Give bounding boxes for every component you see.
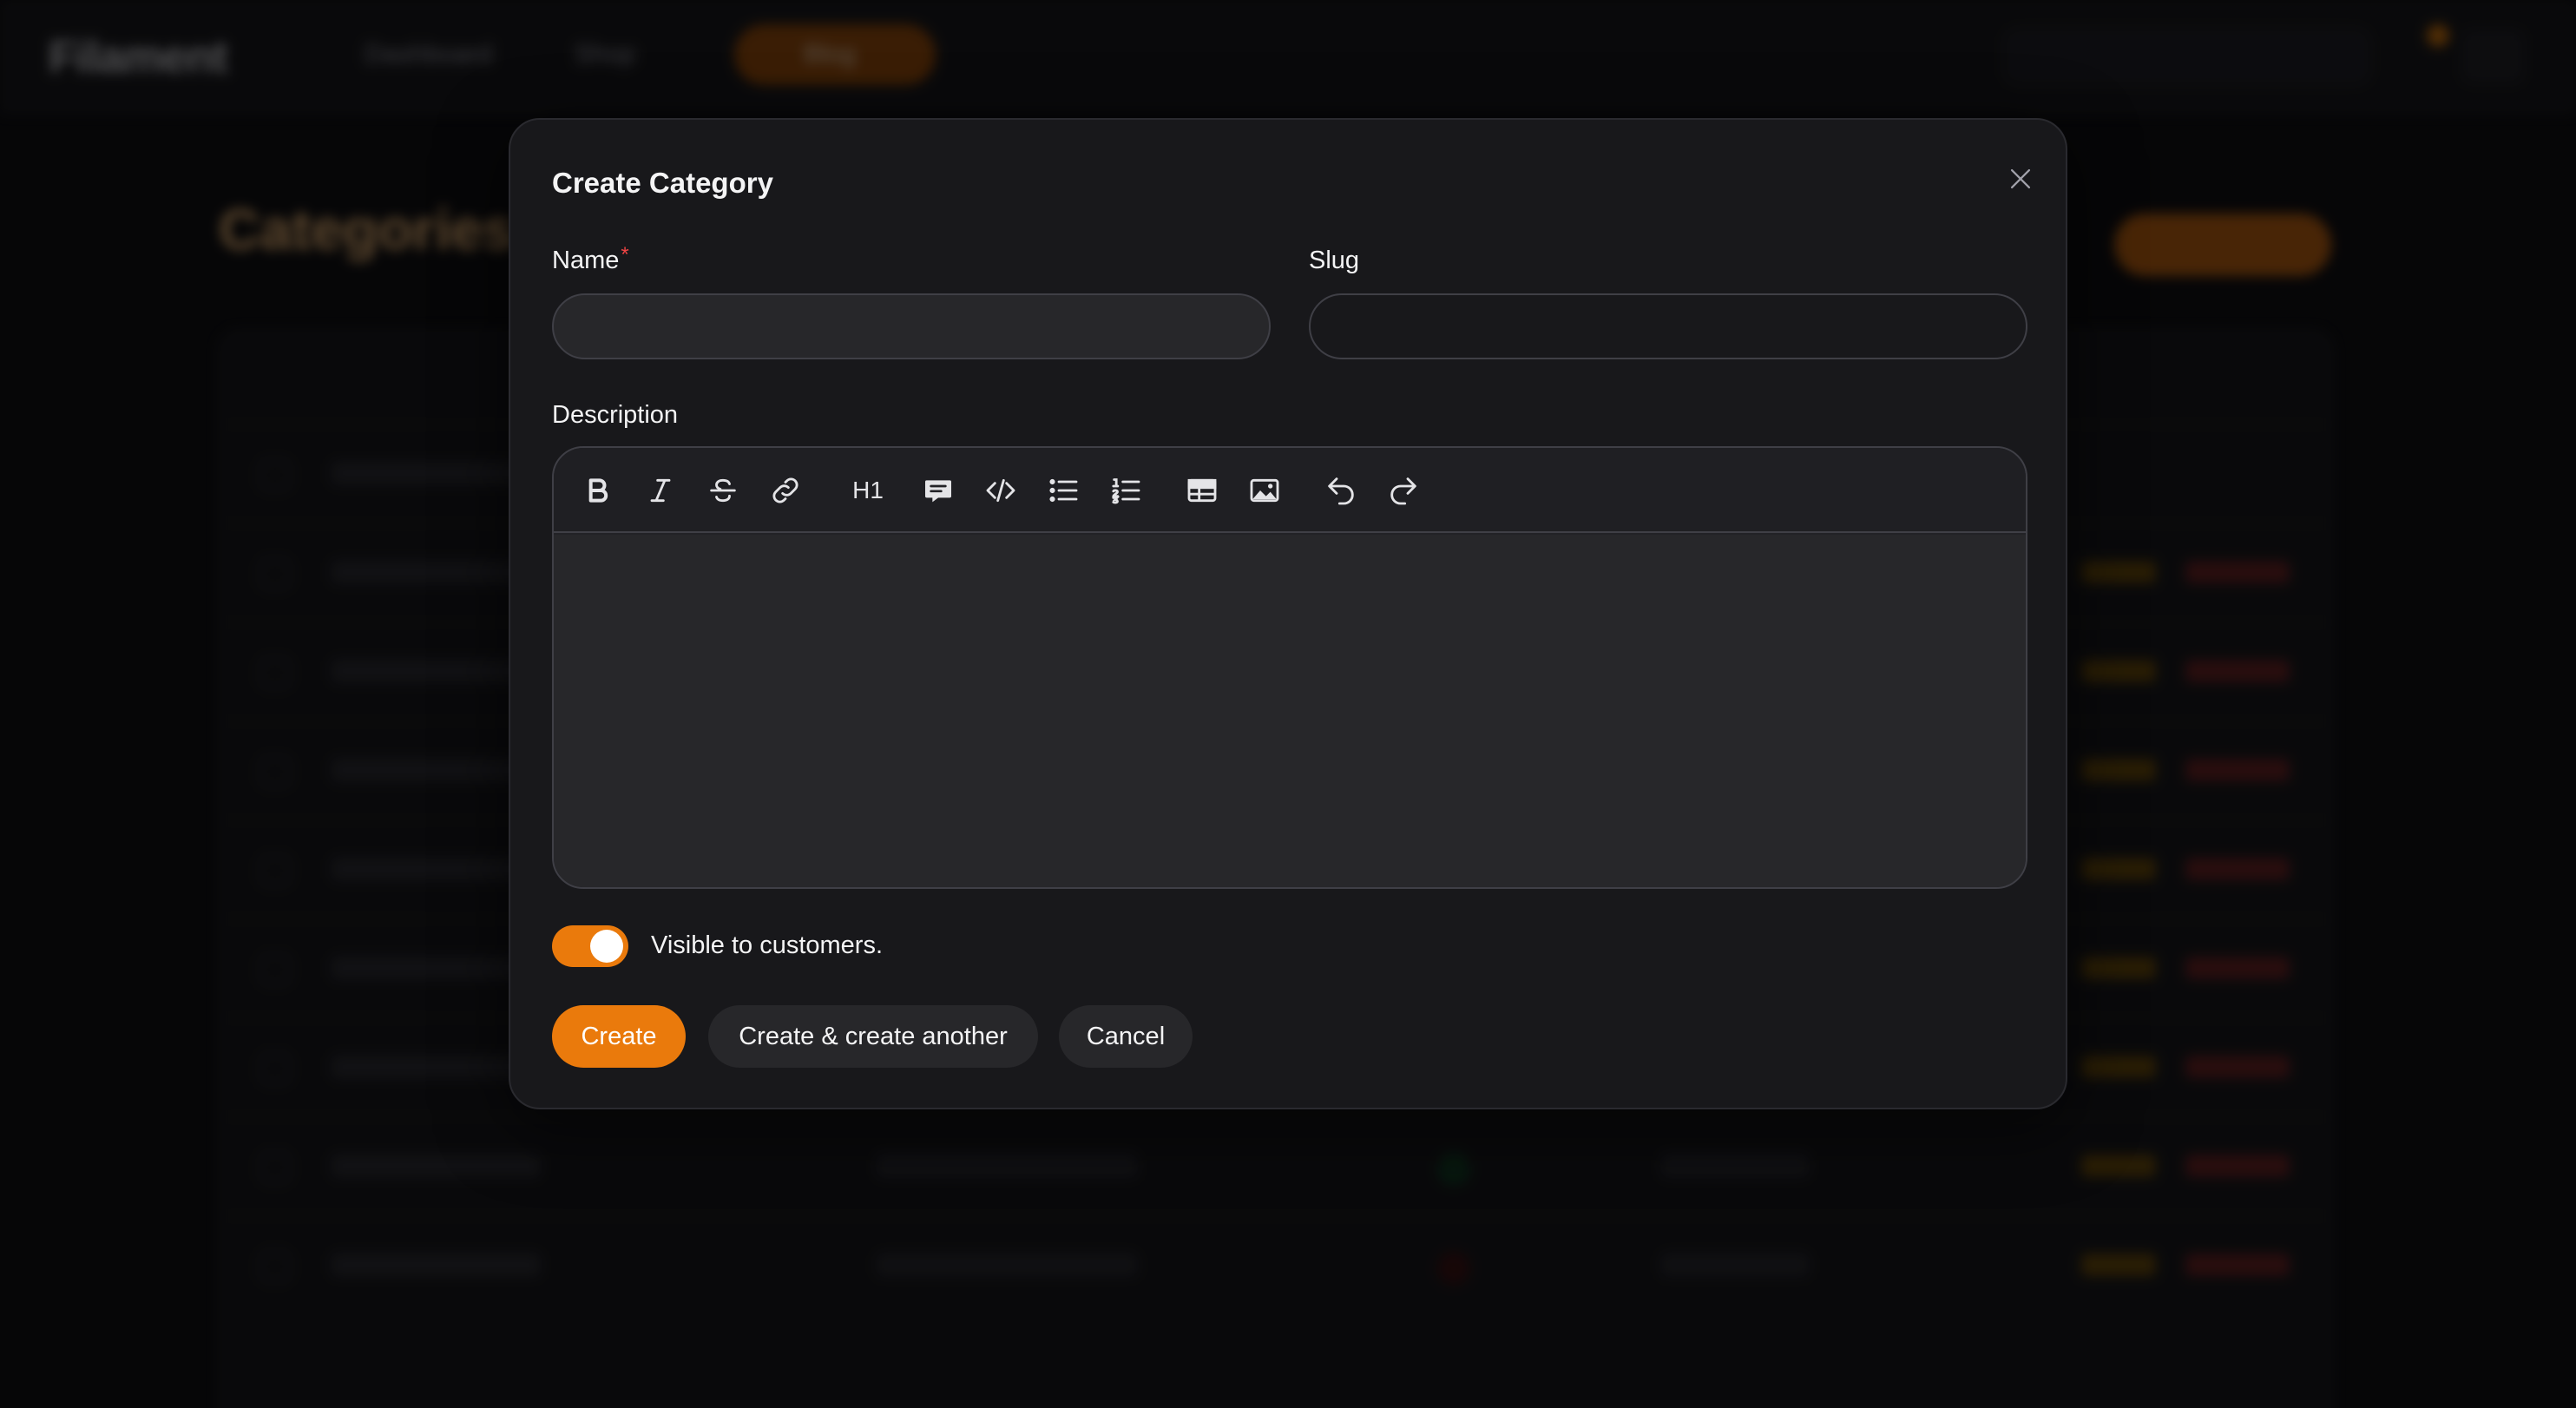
blockquote-icon bbox=[925, 480, 951, 503]
redo-icon bbox=[1390, 477, 1416, 505]
undo-icon bbox=[1328, 477, 1354, 505]
link-icon bbox=[772, 477, 798, 503]
cancel-button[interactable]: Cancel bbox=[1059, 1005, 1193, 1068]
modal-title: Create Category bbox=[552, 167, 773, 199]
heading-icon: H1 bbox=[852, 477, 884, 503]
strike-button[interactable] bbox=[703, 470, 743, 510]
heading-button[interactable]: H1 bbox=[842, 470, 894, 510]
image-button[interactable] bbox=[1245, 470, 1285, 510]
bold-icon bbox=[588, 478, 608, 503]
italic-icon bbox=[650, 478, 671, 503]
toggle-knob bbox=[590, 930, 623, 963]
close-icon bbox=[2010, 168, 2031, 189]
code-button[interactable] bbox=[981, 470, 1021, 510]
table-icon bbox=[1187, 478, 1217, 503]
name-label: Name* bbox=[552, 243, 629, 274]
visible-toggle[interactable] bbox=[552, 925, 628, 967]
visible-toggle-label: Visible to customers. bbox=[651, 931, 884, 959]
redo-button[interactable] bbox=[1383, 470, 1423, 510]
link-button[interactable] bbox=[766, 470, 805, 510]
create-another-button[interactable]: Create & create another bbox=[708, 1005, 1038, 1068]
description-label: Description bbox=[552, 401, 679, 429]
bullet-list-icon bbox=[1049, 478, 1078, 503]
code-icon bbox=[986, 478, 1015, 503]
bullet-list-button[interactable] bbox=[1043, 470, 1083, 510]
description-editor: H1 bbox=[552, 446, 2027, 889]
create-button[interactable]: Create bbox=[552, 1005, 686, 1068]
editor-toolbar: H1 bbox=[554, 448, 2026, 533]
close-button[interactable] bbox=[1994, 153, 2047, 205]
table-button[interactable] bbox=[1182, 470, 1222, 510]
ordered-list-icon bbox=[1112, 478, 1140, 504]
undo-button[interactable] bbox=[1321, 470, 1361, 510]
blockquote-button[interactable] bbox=[918, 470, 958, 510]
name-input[interactable] bbox=[552, 293, 1271, 359]
create-category-modal: Create Category Name* Slug Description H… bbox=[509, 118, 2067, 1109]
strike-icon bbox=[710, 478, 736, 503]
slug-label: Slug bbox=[1309, 247, 1360, 274]
italic-button[interactable] bbox=[641, 470, 680, 510]
required-marker: * bbox=[621, 243, 629, 266]
description-content-area[interactable] bbox=[554, 535, 2026, 887]
ordered-list-button[interactable] bbox=[1106, 470, 1146, 510]
image-icon bbox=[1250, 478, 1279, 503]
bold-button[interactable] bbox=[578, 470, 618, 510]
slug-input[interactable] bbox=[1309, 293, 2027, 359]
